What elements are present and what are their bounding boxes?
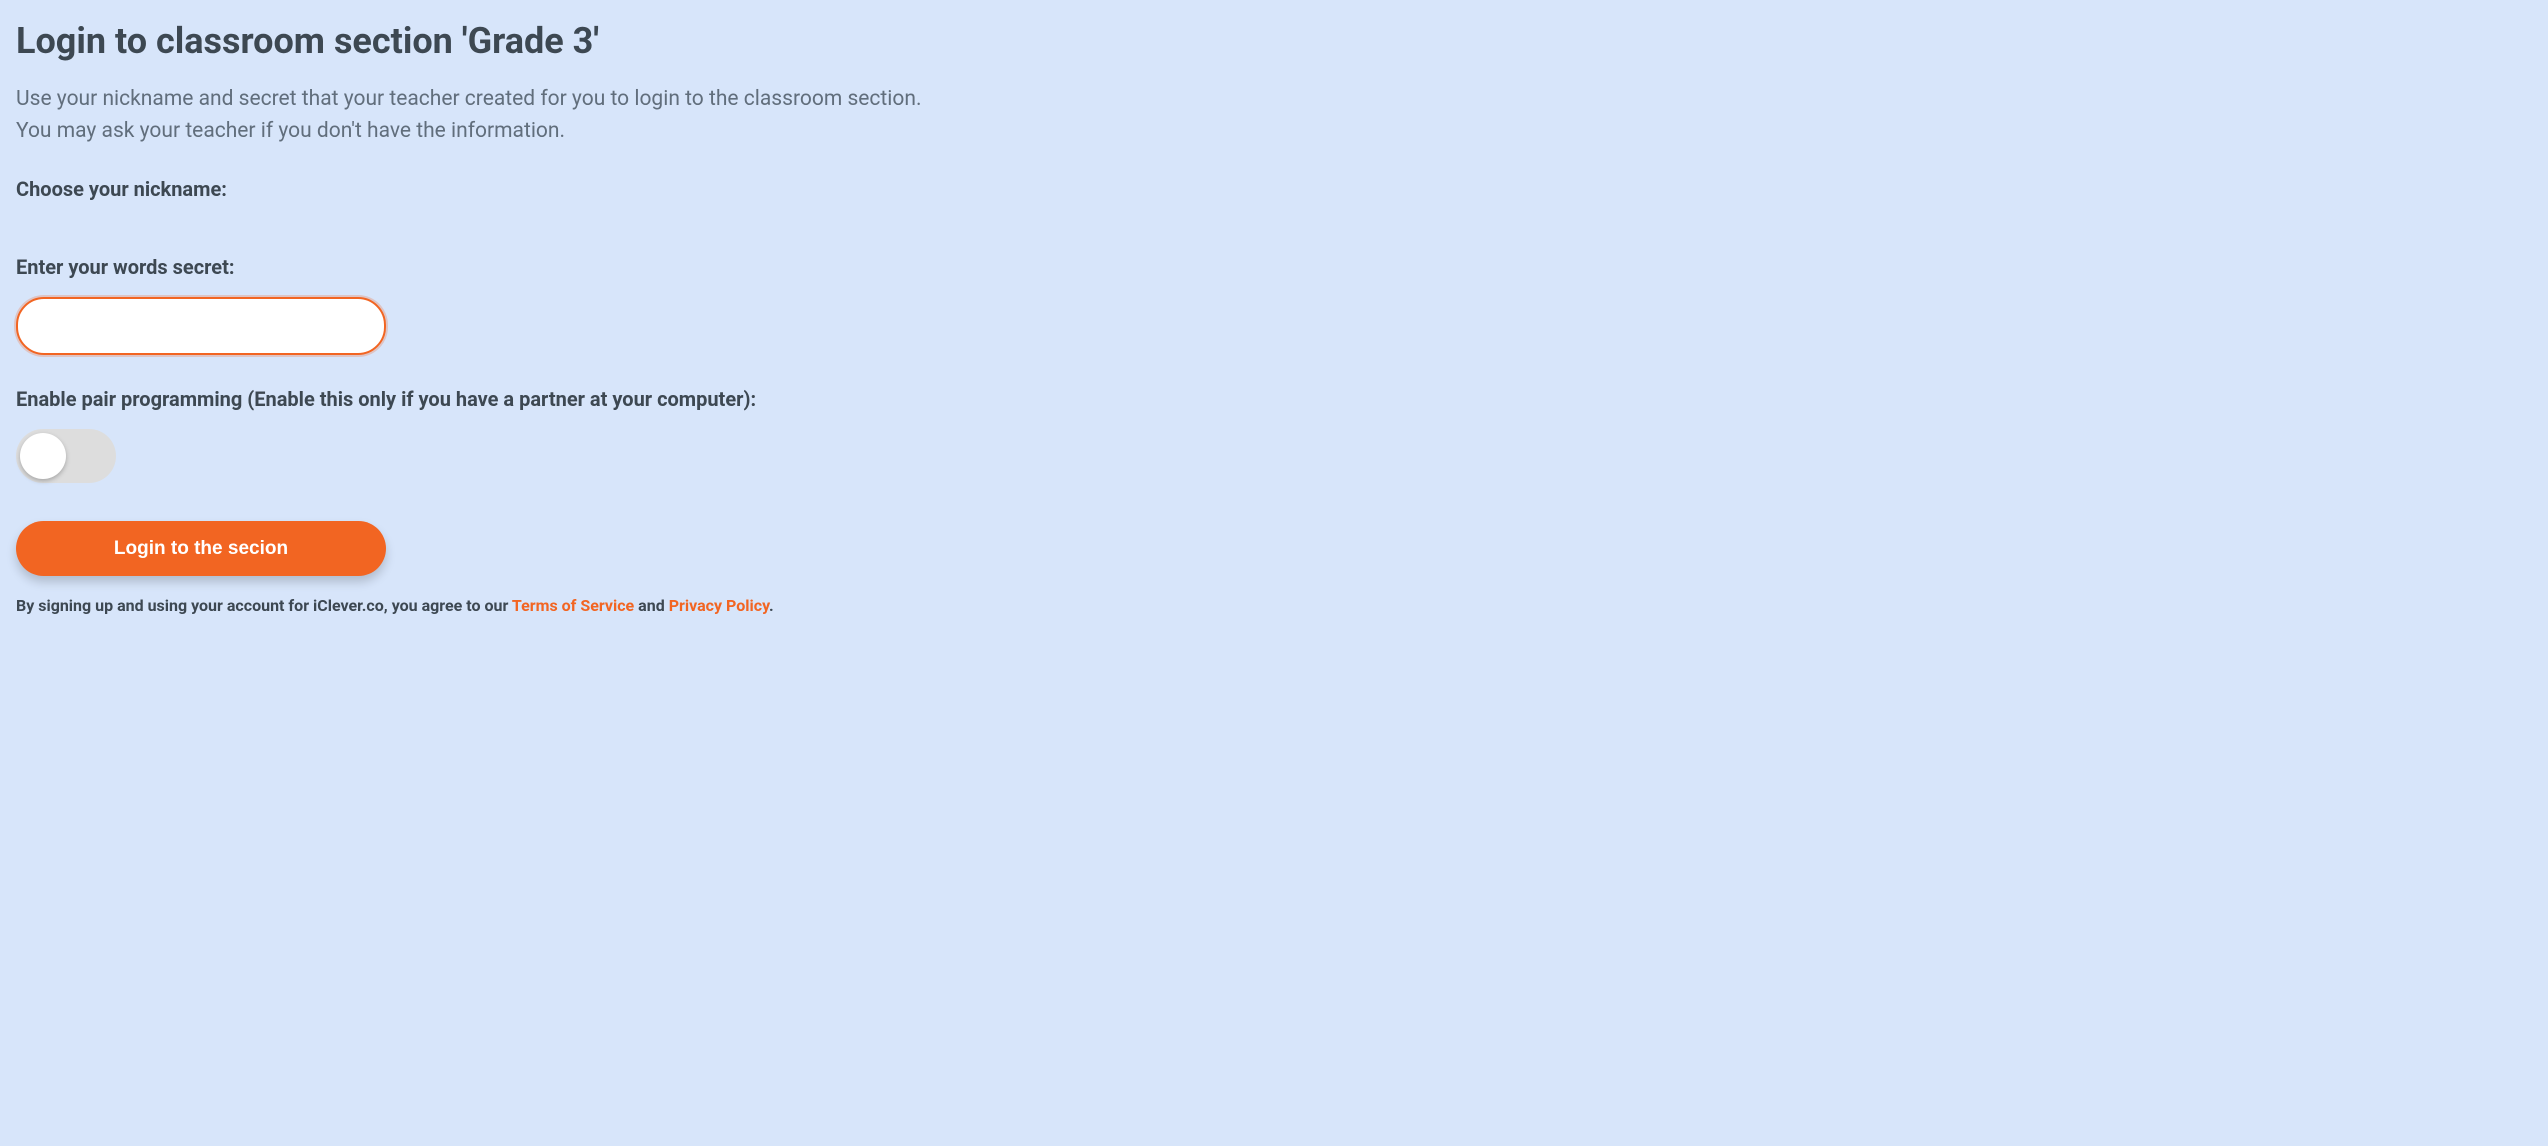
secret-input[interactable] — [16, 297, 386, 355]
login-button[interactable]: Login to the secion — [16, 521, 386, 576]
secret-label: Enter your words secret: — [16, 255, 2532, 279]
footer-suffix: . — [769, 596, 774, 615]
agreement-footer: By signing up and using your account for… — [16, 596, 2532, 615]
page-title: Login to classroom section 'Grade 3' — [16, 20, 2532, 62]
footer-and: and — [634, 596, 669, 615]
description-line-1: Use your nickname and secret that your t… — [16, 87, 922, 111]
terms-of-service-link[interactable]: Terms of Service — [512, 596, 634, 615]
toggle-knob — [20, 433, 66, 479]
privacy-policy-link[interactable]: Privacy Policy — [669, 596, 769, 615]
nickname-label: Choose your nickname: — [16, 177, 2532, 201]
page-description: Use your nickname and secret that your t… — [16, 84, 2532, 147]
description-line-2: You may ask your teacher if you don't ha… — [16, 119, 565, 143]
pair-programming-label: Enable pair programming (Enable this onl… — [16, 387, 2532, 411]
pair-programming-toggle[interactable] — [16, 429, 116, 483]
footer-prefix: By signing up and using your account for… — [16, 596, 512, 615]
